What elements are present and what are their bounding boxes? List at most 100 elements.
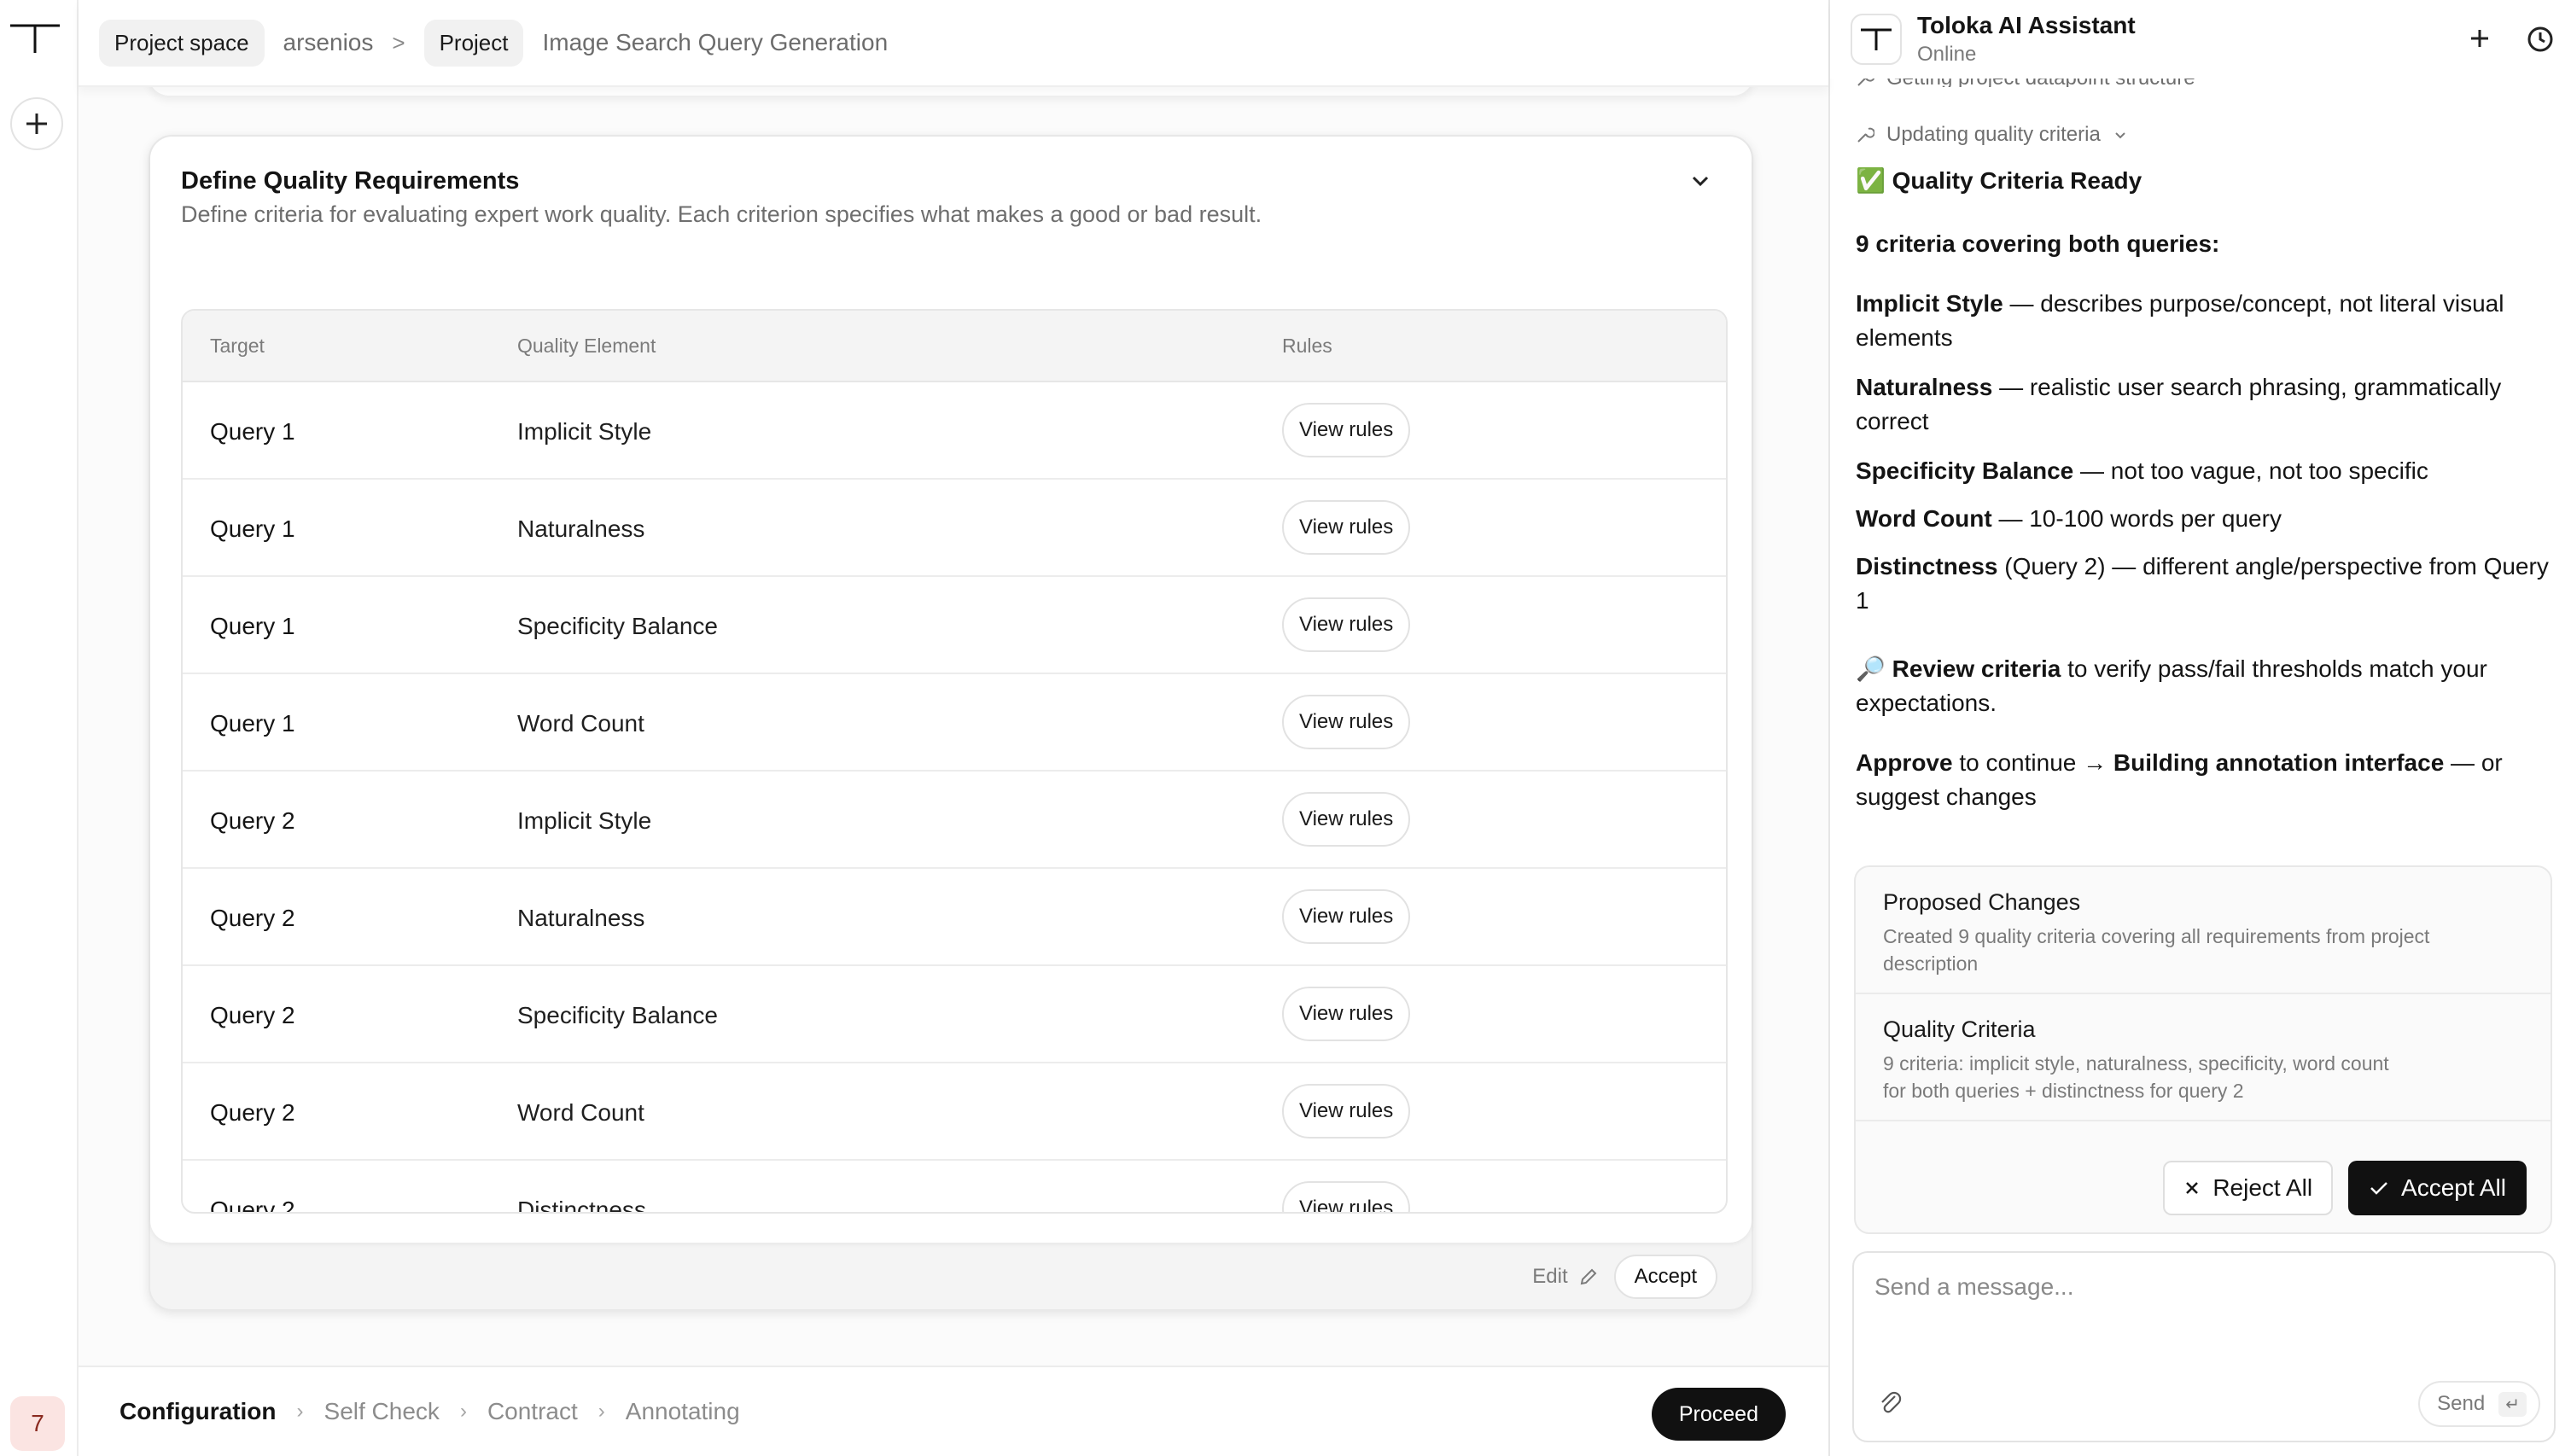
table-row: Query 2 Word Count View rules [183,1063,1726,1161]
breadcrumb-workspace[interactable]: arsenios [283,29,374,56]
view-rules-button[interactable]: View rules [1282,792,1411,847]
check-icon [2370,1182,2387,1195]
cell-quality-element: Implicit Style [517,418,652,445]
criterion-item: Specificity Balance — not too vague, not… [1856,454,2556,488]
table-header: Target Quality Element Rules [183,311,1726,382]
view-rules-button[interactable]: View rules [1282,500,1411,555]
chat-messages: Getting project datapoint structure Upda… [1856,70,2556,814]
check-mark-icon: ✅ [1856,167,1886,194]
history-clock-icon[interactable] [2527,26,2554,53]
tool-call-label: Updating quality criteria [1886,123,2101,146]
table-row: Query 2 Implicit Style View rules [183,772,1726,869]
workflow-stepper: Configuration › Self Check › Contract › … [79,1366,1828,1456]
main-content: Define Quality Requirements Define crite… [79,87,1828,1366]
send-button[interactable]: Send ↵ [2418,1381,2540,1427]
send-label: Send [2437,1392,2486,1415]
view-rules-button[interactable]: View rules [1282,889,1411,944]
chat-header-actions [2467,26,2554,53]
chevron-down-icon[interactable] [1685,166,1716,196]
cell-quality-element: Specificity Balance [517,1002,719,1028]
approve-bold-next: Building annotation interface [2113,749,2445,776]
paperclip-icon[interactable] [1878,1389,1902,1415]
left-rail: 7 [0,0,79,1456]
criterion-item: Word Count — 10-100 words per query [1856,502,2556,536]
criterion-name: Specificity Balance [1856,457,2074,484]
cell-quality-element: Implicit Style [517,807,652,834]
plus-icon [26,114,47,134]
criterion-name: Word Count [1856,505,1992,532]
review-hint: 🔎 Review criteria to verify pass/fail th… [1856,652,2556,720]
approve-mid: to continue → [1952,749,2113,776]
breadcrumb-chip-project[interactable]: Project [423,19,524,67]
edit-label: Edit [1532,1265,1568,1288]
accept-all-label: Accept All [2401,1174,2506,1201]
review-bold: Review criteria [1892,655,2061,682]
close-icon [2186,1182,2199,1194]
new-project-button[interactable] [10,97,63,150]
criterion-name: Naturalness [1856,374,1993,400]
breadcrumb-chip-project-space[interactable]: Project space [99,19,265,67]
chevron-right-icon: › [598,1400,605,1423]
view-rules-button[interactable]: View rules [1282,597,1411,652]
view-rules-button[interactable]: View rules [1282,987,1411,1041]
proposal-actions: Reject All Accept All [2163,1161,2527,1215]
view-rules-button[interactable]: View rules [1282,695,1411,749]
chat-header: Toloka AI Assistant Online [1830,0,2571,79]
step-self-check[interactable]: Self Check [324,1398,440,1425]
step-annotating[interactable]: Annotating [626,1398,740,1425]
proposal-criteria-description: 9 criteria: implicit style, naturalness,… [1883,1052,2389,1102]
table-row: Query 1 Naturalness View rules [183,480,1726,577]
new-chat-plus-icon[interactable] [2467,26,2492,51]
table-row: Query 1 Implicit Style View rules [183,382,1726,480]
chevron-right-icon: › [296,1400,304,1423]
cell-quality-element: Naturalness [517,515,645,542]
cell-quality-element: Word Count [517,1099,644,1126]
magnifier-icon: 🔎 [1856,655,1886,682]
cell-target: Query 2 [210,905,295,931]
view-rules-button[interactable]: View rules [1282,403,1411,457]
proposal-criteria-section[interactable]: Quality Criteria 9 criteria: implicit st… [1856,994,2551,1121]
message-input[interactable] [1874,1273,2523,1301]
toloka-logo-icon[interactable] [9,20,61,55]
view-rules-button[interactable]: View rules [1282,1084,1411,1139]
step-contract[interactable]: Contract [487,1398,578,1425]
criteria-summary: 9 criteria covering both queries: [1856,227,2556,261]
table-row: Query 2 Naturalness View rules [183,869,1726,966]
tool-call-update-criteria[interactable]: Updating quality criteria [1856,118,2556,152]
enter-key-icon: ↵ [2498,1391,2527,1417]
ready-heading: ✅ Quality Criteria Ready [1856,164,2556,198]
table-row: Query 1 Word Count View rules [183,674,1726,772]
table-row: Query 2 Distinctness View rules [183,1161,1726,1214]
criterion-item: Implicit Style — describes purpose/conce… [1856,287,2556,355]
step-configuration[interactable]: Configuration [120,1398,277,1425]
breadcrumb-project-name[interactable]: Image Search Query Generation [542,29,888,56]
cell-quality-element: Distinctness [517,1197,646,1214]
proposal-description: Created 9 quality criteria covering all … [1883,925,2430,975]
cell-target: Query 1 [210,613,295,639]
chat-header-text: Toloka AI Assistant Online [1917,12,2136,67]
card-title: Define Quality Requirements [181,167,520,195]
accept-all-button[interactable]: Accept All [2348,1161,2527,1215]
reject-all-button[interactable]: Reject All [2163,1161,2334,1215]
cell-target: Query 2 [210,1197,295,1214]
cell-target: Query 1 [210,710,295,737]
cell-target: Query 2 [210,807,295,834]
card-subtitle: Define criteria for evaluating expert wo… [181,201,1262,227]
proceed-button[interactable]: Proceed [1651,1388,1786,1441]
edit-button[interactable]: Edit [1532,1265,1598,1289]
assistant-name: Toloka AI Assistant [1917,12,2136,38]
wrench-icon [1857,127,1874,143]
reject-all-label: Reject All [2212,1174,2313,1201]
cell-target: Query 2 [210,1002,295,1028]
chevron-right-icon: › [459,1400,467,1423]
view-rules-button[interactable]: View rules [1282,1181,1411,1212]
assistant-avatar [1851,14,1902,65]
notification-badge[interactable]: 7 [10,1396,65,1451]
cell-quality-element: Specificity Balance [517,613,719,639]
table-row: Query 2 Specificity Balance View rules [183,966,1726,1063]
accept-button[interactable]: Accept [1613,1255,1717,1299]
criterion-name: Distinctness [1856,553,1998,579]
proposal-summary-section: Proposed Changes Created 9 quality crite… [1856,867,2551,994]
proposal-criteria-title: Quality Criteria [1883,1016,2036,1042]
cell-quality-element: Word Count [517,710,644,737]
